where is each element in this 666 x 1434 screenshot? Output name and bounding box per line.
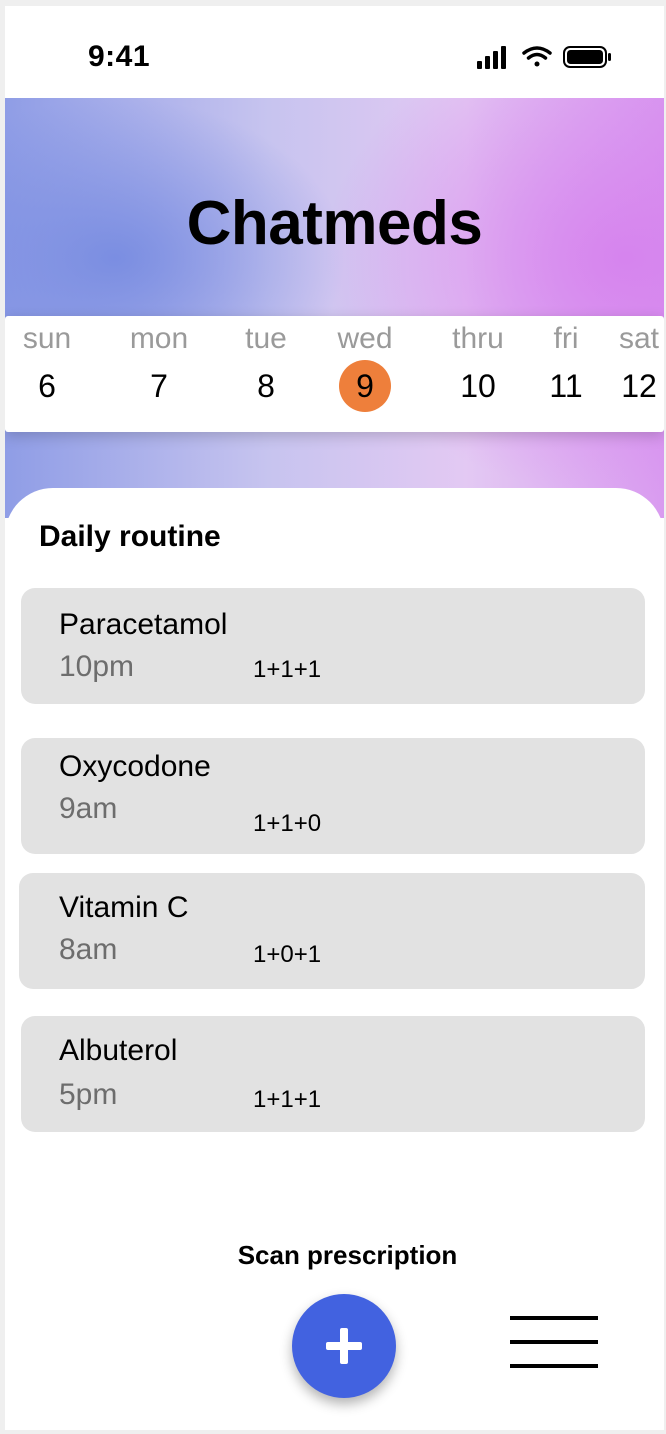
medication-dose: 1+1+1 bbox=[253, 656, 322, 683]
day-name: tue bbox=[245, 322, 287, 355]
day-mon[interactable]: mon 7 bbox=[119, 316, 199, 432]
selected-day-badge: 9 bbox=[339, 360, 391, 412]
medication-time: 9am bbox=[59, 792, 118, 825]
wifi-icon bbox=[522, 46, 552, 67]
day-number: 6 bbox=[38, 368, 56, 404]
status-icons bbox=[475, 44, 615, 70]
battery-icon bbox=[563, 46, 611, 68]
day-number: 10 bbox=[460, 368, 496, 404]
day-sun[interactable]: sun 6 bbox=[7, 316, 87, 432]
medication-card[interactable]: Albuterol 5pm 1+1+1 bbox=[21, 1016, 645, 1132]
add-prescription-button[interactable] bbox=[292, 1294, 396, 1398]
medication-dose: 1+1+0 bbox=[253, 810, 322, 837]
medication-card[interactable]: Vitamin C 8am 1+0+1 bbox=[19, 873, 645, 989]
day-number: 7 bbox=[150, 368, 168, 404]
day-number-selected: 9 bbox=[325, 360, 405, 412]
medication-card[interactable]: Paracetamol 10pm 1+1+1 bbox=[21, 588, 645, 704]
medication-time: 8am bbox=[59, 933, 118, 966]
signal-icon bbox=[477, 46, 506, 69]
app-title: Chatmeds bbox=[186, 189, 483, 258]
day-number: 8 bbox=[257, 368, 275, 404]
section-title: Daily routine bbox=[39, 520, 221, 553]
day-sat[interactable]: sat 12 bbox=[599, 316, 664, 432]
header-banner: Chatmeds bbox=[5, 98, 664, 518]
medication-name: Albuterol bbox=[59, 1034, 178, 1067]
day-thu[interactable]: thru 10 bbox=[438, 316, 518, 432]
medication-name: Oxycodone bbox=[59, 750, 211, 783]
day-name: sat bbox=[618, 322, 660, 355]
medication-name: Paracetamol bbox=[59, 608, 228, 641]
day-name: mon bbox=[129, 322, 189, 355]
day-number: 11 bbox=[549, 368, 583, 404]
day-name: thru bbox=[452, 322, 504, 355]
medication-name: Vitamin C bbox=[59, 891, 189, 924]
day-tue[interactable]: tue 8 bbox=[226, 316, 306, 432]
phone-screen: 9:41 Chatmeds sun 6 mon 7 tue 8 wed 9 th… bbox=[5, 6, 664, 1430]
medication-time: 5pm bbox=[59, 1078, 118, 1111]
scan-prescription-label: Scan prescription bbox=[237, 1240, 458, 1270]
medication-card[interactable]: Oxycodone 9am 1+1+0 bbox=[21, 738, 645, 854]
routine-panel: Daily routine Paracetamol 10pm 1+1+1 Oxy… bbox=[5, 488, 664, 1430]
status-bar: 9:41 bbox=[5, 6, 664, 98]
day-number: 12 bbox=[621, 368, 657, 404]
week-calendar: sun 6 mon 7 tue 8 wed 9 thru 10 fri 11 s… bbox=[5, 316, 664, 432]
day-fri[interactable]: fri 11 bbox=[526, 316, 606, 432]
menu-icon[interactable] bbox=[510, 1316, 598, 1370]
day-name: wed bbox=[337, 322, 393, 355]
day-wed[interactable]: wed 9 bbox=[325, 316, 405, 432]
medication-dose: 1+0+1 bbox=[253, 941, 322, 968]
day-name: sun bbox=[22, 322, 72, 355]
medication-dose: 1+1+1 bbox=[253, 1086, 322, 1113]
day-name: fri bbox=[553, 322, 579, 355]
plus-icon bbox=[326, 1328, 362, 1364]
status-time: 9:41 bbox=[88, 40, 151, 73]
medication-time: 10pm bbox=[59, 650, 135, 683]
